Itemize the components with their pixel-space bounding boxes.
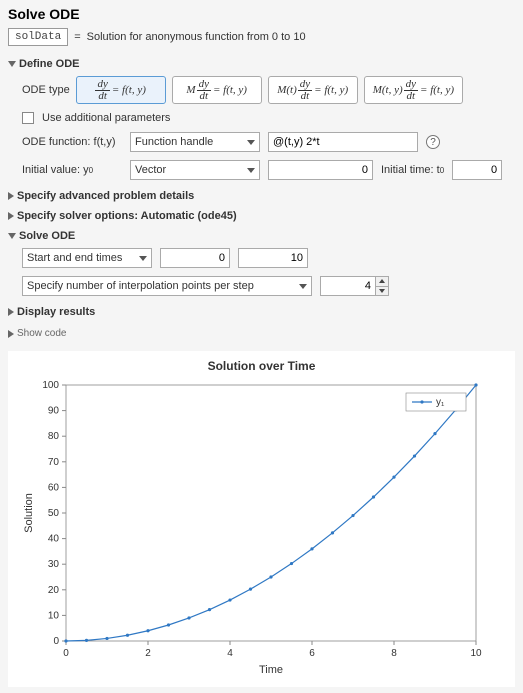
svg-text:2: 2 [145,648,151,659]
ode-type-btn-2[interactable]: Mdydt= f(t, y) [172,76,262,104]
show-code-label: Show code [17,328,66,339]
interp-label: Specify number of interpolation points p… [27,280,254,292]
chevron-down-icon [8,61,16,67]
svg-text:100: 100 [42,380,59,391]
svg-text:30: 30 [48,559,60,570]
svg-text:90: 90 [48,406,60,417]
section-solve-ode-label: Solve ODE [19,230,75,242]
svg-text:10: 10 [48,610,60,621]
svg-text:0: 0 [63,648,69,659]
chevron-down-icon [139,256,147,261]
svg-text:20: 20 [48,585,60,596]
svg-text:60: 60 [48,482,60,493]
chevron-down-icon [8,233,16,239]
svg-text:50: 50 [48,508,60,519]
section-solve-ode[interactable]: Solve ODE [8,228,515,244]
initial-time-label: Initial time: t0 [381,164,444,176]
time-spec-value: Start and end times [27,252,122,264]
section-define-ode-label: Define ODE [19,58,80,70]
ode-function-label: ODE function: f(t,y) [22,136,122,148]
ode-type-btn-3[interactable]: M(t)dydt= f(t, y) [268,76,358,104]
chevron-right-icon [8,192,14,200]
initial-value-type-dropdown[interactable]: Vector [130,160,260,180]
svg-text:0: 0 [53,636,59,647]
equals-sign: = [74,31,80,43]
time-start-input[interactable] [160,248,230,268]
interp-value-input[interactable] [320,276,375,296]
show-code-toggle[interactable]: Show code [0,322,523,345]
initial-value-type-value: Vector [135,164,166,176]
ode-type-btn-4[interactable]: M(t, y)dydt= f(t, y) [364,76,463,104]
chevron-right-icon [8,212,14,220]
svg-text:40: 40 [48,534,60,545]
section-advanced[interactable]: Specify advanced problem details [8,188,515,204]
help-icon[interactable]: ? [426,135,440,149]
use-additional-checkbox[interactable] [22,112,34,124]
ode-function-type-value: Function handle [135,136,213,148]
svg-text:4: 4 [227,648,233,659]
section-solver-options[interactable]: Specify solver options: Automatic (ode45… [8,208,515,224]
output-var-box[interactable]: solData [8,28,68,46]
time-spec-dropdown[interactable]: Start and end times [22,248,152,268]
svg-text:6: 6 [309,648,315,659]
page-title: Solve ODE [0,0,523,24]
initial-value-input[interactable] [268,160,373,180]
chart-panel: Solution over Time 010203040506070809010… [8,351,515,687]
section-define-ode[interactable]: Define ODE [8,56,515,72]
chart-title: Solution over Time [18,357,505,377]
initial-time-input[interactable] [452,160,502,180]
subtitle-row: solData = Solution for anonymous functio… [0,24,523,54]
ode-function-type-dropdown[interactable]: Function handle [130,132,260,152]
chevron-right-icon [8,308,14,316]
interp-dropdown[interactable]: Specify number of interpolation points p… [22,276,312,296]
solution-chart: 0 10 20 30 40 50 60 70 80 90 100 0 2 4 6 8 10 Time Solutio… [18,377,488,677]
chevron-right-icon [8,330,14,338]
interp-spinner[interactable] [320,276,389,296]
section-advanced-label: Specify advanced problem details [17,190,194,202]
svg-text:80: 80 [48,431,60,442]
svg-text:Time: Time [259,664,283,676]
initial-value-label: Initial value: y0 [22,164,122,176]
svg-text:y₁: y₁ [436,397,445,408]
svg-text:Solution: Solution [23,493,35,533]
svg-text:10: 10 [470,648,482,659]
svg-text:8: 8 [391,648,397,659]
chevron-down-icon [247,168,255,173]
section-solver-options-label: Specify solver options: Automatic (ode45… [17,210,237,222]
time-end-input[interactable] [238,248,308,268]
chevron-down-icon [299,284,307,289]
spinner-down[interactable] [376,287,388,296]
ode-function-input[interactable] [268,132,418,152]
svg-text:70: 70 [48,457,60,468]
section-display-results-label: Display results [17,306,95,318]
section-display-results[interactable]: Display results [8,304,515,320]
subtitle-text: Solution for anonymous function from 0 t… [87,31,306,43]
ode-type-btn-1[interactable]: dydt= f(t, y) [76,76,166,104]
use-additional-label: Use additional parameters [42,112,170,124]
spinner-up[interactable] [376,277,388,287]
ode-type-label: ODE type [22,84,70,96]
chevron-down-icon [247,140,255,145]
